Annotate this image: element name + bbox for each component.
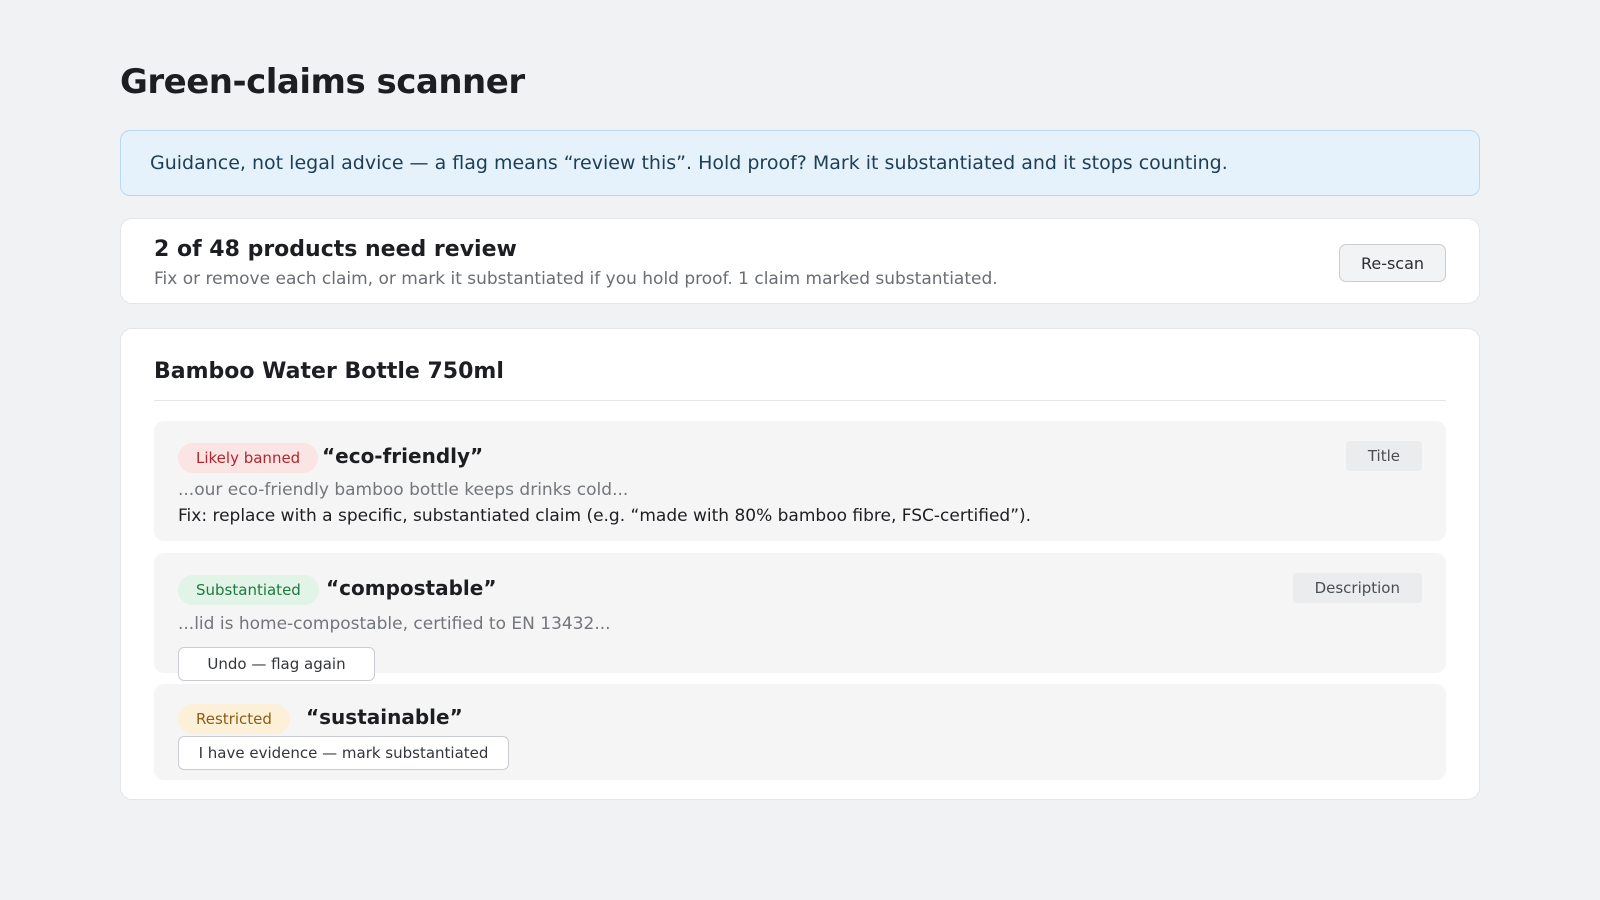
claim-term: “eco-friendly” — [322, 444, 484, 468]
product-divider — [154, 400, 1446, 401]
status-badge-substantiated: Substantiated — [178, 575, 319, 605]
mark-substantiated-button[interactable]: I have evidence — mark substantiated — [178, 736, 509, 770]
product-title: Bamboo Water Bottle 750ml — [154, 359, 504, 384]
product-card: Bamboo Water Bottle 750ml Likely banned … — [120, 328, 1480, 800]
claim-context: ...lid is home-compostable, certified to… — [178, 614, 611, 634]
claim-term: “compostable” — [326, 576, 497, 600]
guidance-notice: Guidance, not legal advice — a flag mean… — [120, 130, 1480, 196]
status-badge-likely-banned: Likely banned — [178, 443, 319, 473]
claim-context: ...our eco-friendly bamboo bottle keeps … — [178, 480, 629, 500]
review-summary-heading: 2 of 48 products need review — [154, 237, 517, 262]
claim-location-tag: Description — [1292, 573, 1422, 603]
claim-term: “sustainable” — [306, 705, 463, 729]
claim-card-sustainable: Restricted “sustainable” I have evidence… — [154, 684, 1446, 780]
review-summary-subtext: Fix or remove each claim, or mark it sub… — [154, 269, 998, 289]
claim-card-eco-friendly: Likely banned “eco-friendly” Title ...ou… — [154, 421, 1446, 541]
guidance-notice-text: Guidance, not legal advice — a flag mean… — [150, 152, 1228, 174]
claim-location-tag: Title — [1345, 441, 1422, 471]
page-title: Green-claims scanner — [120, 62, 525, 102]
rescan-button[interactable]: Re-scan — [1339, 244, 1446, 282]
undo-flag-again-button[interactable]: Undo — flag again — [178, 647, 375, 681]
review-summary-card: 2 of 48 products need review Fix or remo… — [120, 218, 1480, 304]
claim-card-compostable: Substantiated “compostable” Description … — [154, 553, 1446, 681]
claim-fix: Fix: replace with a specific, substantia… — [178, 506, 1032, 526]
status-badge-restricted: Restricted — [178, 704, 290, 734]
